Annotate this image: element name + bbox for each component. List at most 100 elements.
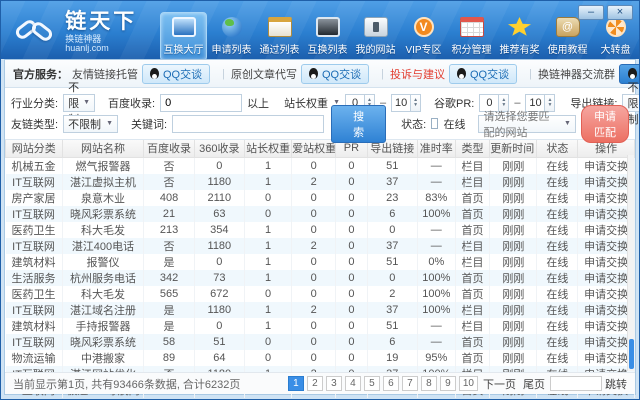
minimize-button[interactable]: –	[578, 5, 604, 20]
cell-az: 0	[291, 221, 337, 238]
column-header[interactable]: 准时率	[416, 140, 456, 158]
site-name-link[interactable]: 杭州服务电话	[62, 269, 145, 286]
jump-button[interactable]: 跳转	[605, 376, 627, 392]
page-buttons: 1 2 3 4 5 6 7 8 9 10	[287, 376, 478, 391]
jump-page-input[interactable]	[550, 376, 602, 391]
apply-exchange-link[interactable]: 申请交换	[577, 221, 635, 238]
keyword-input[interactable]	[172, 114, 325, 133]
column-header[interactable]: 状态	[536, 140, 579, 158]
column-header[interactable]: 网站名称	[61, 140, 145, 158]
cell-status: 在线	[536, 285, 579, 302]
nav-item-star[interactable]: 推荐有奖	[496, 12, 543, 61]
qq-chat-button-writing[interactable]: QQ交谈	[300, 63, 370, 84]
apply-exchange-link[interactable]: 申请交换	[577, 269, 635, 286]
column-header[interactable]: 导出链接	[366, 140, 418, 158]
apply-exchange-link[interactable]: 申请交换	[577, 237, 635, 254]
cell-status: 在线	[536, 317, 579, 334]
status-filter-label: 状态:	[401, 118, 427, 131]
column-header[interactable]: PR	[335, 140, 368, 158]
nav-item-list[interactable]: 互换列表	[304, 12, 351, 61]
site-name-link[interactable]: 晓风彩票系统	[62, 205, 145, 222]
apply-exchange-link[interactable]: 申请交换	[577, 173, 635, 190]
cell-status: 在线	[536, 173, 579, 190]
cell-ontime: —	[417, 173, 456, 190]
cell-az: 0	[291, 253, 337, 270]
weight-max-stepper[interactable]: 10 ▲ ▼	[391, 93, 422, 112]
page-button-8[interactable]: 8	[420, 376, 437, 391]
column-header[interactable]: 类型	[454, 140, 491, 158]
nav-item-mysite[interactable]: 我的网站	[352, 12, 399, 61]
search-button[interactable]: 搜索	[331, 104, 387, 143]
page-button-6[interactable]: 6	[382, 376, 399, 391]
site-category: 机械五金	[5, 157, 63, 174]
nav-item-points[interactable]: 积分管理	[448, 12, 495, 61]
star-icon	[507, 17, 532, 36]
online-checkbox[interactable]	[431, 118, 439, 129]
column-header[interactable]: 360收录	[193, 140, 246, 158]
stepper-arrows-icon[interactable]: ▲▼	[410, 94, 421, 111]
industry-select[interactable]: 不限制▼	[63, 82, 95, 126]
next-page-button[interactable]: 下一页	[483, 376, 516, 392]
site-name-link[interactable]: 科大毛发	[62, 221, 145, 238]
cell-ontime: 100%	[417, 269, 456, 286]
column-header[interactable]: 更新时间▼	[489, 140, 538, 158]
site-name-link[interactable]: 燃气报警器	[62, 157, 145, 174]
apply-exchange-link[interactable]: 申请交换	[577, 285, 635, 302]
site-name-link[interactable]: 湛江域名注册	[62, 301, 145, 318]
last-page-button[interactable]: 尾页	[523, 376, 545, 392]
page-button-4[interactable]: 4	[344, 376, 361, 391]
nav-item-label: 推荐有奖	[499, 45, 540, 56]
page-button-9[interactable]: 9	[439, 376, 456, 391]
column-header[interactable]: 网站分类	[5, 140, 63, 158]
site-name-link[interactable]: 晓风彩票系统	[62, 333, 145, 350]
site-name-link[interactable]: 湛江400电话	[62, 237, 145, 254]
cell-updated: 刚刚	[489, 317, 538, 334]
site-name-link[interactable]: 泉意木业	[62, 189, 145, 206]
nav-item-pass[interactable]: 通过列表	[256, 12, 303, 61]
guide-icon	[555, 17, 580, 37]
baidu-included-input[interactable]	[160, 93, 243, 112]
page-button-1[interactable]: 1	[287, 376, 304, 391]
close-button[interactable]: ×	[607, 5, 633, 20]
site-name-link[interactable]: 报警仪	[62, 253, 145, 270]
cell-zz: 0	[244, 349, 293, 366]
qq-penguin-icon	[150, 68, 159, 79]
pass-icon	[267, 17, 292, 37]
qq-chat-button-hosting[interactable]: QQ交谈	[142, 63, 211, 84]
table-row: IT互联网 湛江400电话否 1180 1 2 0 37— 栏目 刚刚 在线 申请交换	[5, 237, 635, 254]
qq-chat-button-complaint[interactable]: QQ交谈	[448, 63, 518, 84]
page-button-5[interactable]: 5	[363, 376, 380, 391]
vertical-scrollbar[interactable]	[627, 155, 634, 371]
site-name-link[interactable]: 中港搬家	[62, 349, 145, 366]
site-name-link[interactable]: 科大毛发	[62, 285, 145, 302]
page-button-3[interactable]: 3	[325, 376, 342, 391]
nav-item-hall[interactable]: 互换大厅	[160, 12, 207, 61]
column-header[interactable]: 操作	[577, 140, 635, 158]
apply-exchange-link[interactable]: 申请交换	[577, 317, 635, 334]
link-type-select[interactable]: 不限制 ▼	[63, 114, 118, 133]
column-header[interactable]: 站长权重	[243, 140, 293, 158]
site-name-link[interactable]: 湛江虚拟主机	[62, 173, 145, 190]
apply-exchange-link[interactable]: 申请交换	[577, 157, 635, 174]
apply-exchange-link[interactable]: 申请交换	[577, 349, 635, 366]
apply-exchange-link[interactable]: 申请交换	[577, 333, 635, 350]
scrollbar-thumb[interactable]	[629, 339, 634, 369]
nav-item-apply[interactable]: 申请列表	[208, 12, 255, 61]
baidu-filter-label: 百度收录:	[108, 97, 156, 110]
column-header[interactable]: 百度收录	[143, 140, 195, 158]
column-header[interactable]: 爱站权重	[291, 140, 337, 158]
page-button-10[interactable]: 10	[458, 376, 478, 391]
page-button-2[interactable]: 2	[306, 376, 323, 391]
cell-zz: 1	[244, 157, 293, 174]
apply-exchange-link[interactable]: 申请交换	[577, 189, 635, 206]
apply-exchange-link[interactable]: 申请交换	[577, 253, 635, 270]
nav-item-vip[interactable]: VIP专区	[400, 12, 447, 61]
apply-exchange-link[interactable]: 申请交换	[577, 205, 635, 222]
filter-panel: 行业分类: 不限制▼ 百度收录: 以上 站长权重 ▼ 0▲▼ – 10▲▼ 谷歌…	[5, 82, 639, 143]
cell-pr: 0	[335, 269, 368, 286]
page-button-7[interactable]: 7	[401, 376, 418, 391]
apply-exchange-link[interactable]: 申请交换	[577, 301, 635, 318]
apply-match-button[interactable]: 申请匹配	[580, 104, 629, 143]
site-name-link[interactable]: 手持报警器	[62, 317, 145, 334]
match-site-select[interactable]: 请选择您要匹配的网站 ▼	[478, 111, 576, 139]
